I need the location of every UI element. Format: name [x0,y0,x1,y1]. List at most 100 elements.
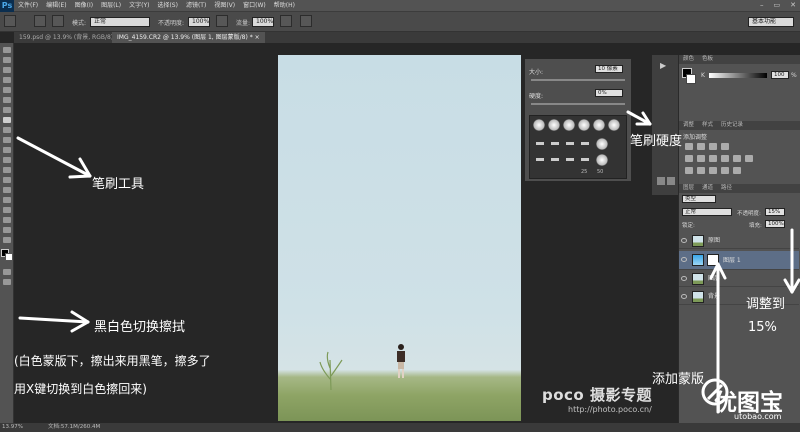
brush-tip[interactable] [551,142,559,145]
layer-mask-thumbnail[interactable] [707,254,719,266]
photo-filter-icon[interactable] [733,155,741,162]
airbrush-icon[interactable] [280,15,292,27]
menu-view[interactable]: 视图(V) [214,0,235,12]
fill-input[interactable]: 100% [765,220,785,228]
brush-tip[interactable] [566,142,574,145]
vibrance-icon[interactable] [685,155,693,162]
tab-layers[interactable]: 图层 [683,185,694,191]
brush-size-input[interactable]: 10 像素 [595,65,623,73]
menu-image[interactable]: 图像(I) [75,0,93,12]
brush-tip[interactable] [581,158,589,161]
invert-icon[interactable] [685,167,693,174]
healing-tool-icon[interactable] [3,107,11,113]
panel-icon[interactable] [667,177,675,185]
brush-tip[interactable] [596,138,608,150]
menu-layer[interactable]: 图层(L) [101,0,121,12]
brush-hardness-slider[interactable] [531,103,625,105]
brush-tip[interactable] [608,119,620,131]
eyedropper-tool-icon[interactable] [3,97,11,103]
tab-psd[interactable]: 159.psd @ 13.9% (背景, RGB/8) × [14,32,125,43]
pen-tool-icon[interactable] [3,187,11,193]
screen-mode-icon[interactable] [3,279,11,285]
hand-tool-icon[interactable] [3,227,11,233]
channel-mixer-icon[interactable] [745,155,753,162]
posterize-icon[interactable] [697,167,705,174]
brush-tool-icon[interactable] [3,117,11,123]
brush-size-slider[interactable] [531,79,625,81]
hue-saturation-icon[interactable] [697,155,705,162]
brush-panel-toggle-icon[interactable] [52,15,64,27]
quick-mask-icon[interactable] [3,269,11,275]
brush-tip[interactable] [563,119,575,131]
brush-tip[interactable] [596,154,608,166]
flow-input[interactable]: 100% [252,17,274,27]
pressure-size-icon[interactable] [300,15,312,27]
opacity-input[interactable]: 100% [188,17,210,27]
tab-history[interactable]: 历史记录 [721,122,743,128]
tab-adjustments[interactable]: 调整 [683,122,694,128]
menu-file[interactable]: 文件(F) [18,0,38,12]
lasso-tool-icon[interactable] [3,67,11,73]
brush-tip[interactable] [578,119,590,131]
marquee-tool-icon[interactable] [3,57,11,63]
visibility-eye-icon[interactable] [681,276,687,281]
history-brush-tool-icon[interactable] [3,137,11,143]
tab-cr2[interactable]: IMG_4159.CR2 @ 13.9% (图层 1, 图层蒙版/8) * × [112,32,265,43]
tab-styles[interactable]: 样式 [702,122,713,128]
close-icon[interactable]: ✕ [790,1,796,9]
menu-filter[interactable]: 滤镜(T) [186,0,206,12]
move-tool-icon[interactable] [3,47,11,53]
brush-hardness-input[interactable]: 0% [595,89,623,97]
layer-opacity-input[interactable]: 15% [765,208,785,216]
visibility-eye-icon[interactable] [681,238,687,243]
black-white-icon[interactable] [721,155,729,162]
layer-row[interactable]: 原图 [679,233,799,249]
brush-tip[interactable] [533,119,545,131]
stamp-tool-icon[interactable] [3,127,11,133]
quick-select-tool-icon[interactable] [3,77,11,83]
brush-tip[interactable] [551,158,559,161]
menu-select[interactable]: 选择(S) [157,0,178,12]
tab-color[interactable]: 颜色 [683,56,694,62]
expand-panel-icon[interactable]: ▶ [660,61,666,70]
brush-tip[interactable] [548,119,560,131]
gradient-map-icon[interactable] [721,167,729,174]
levels-icon[interactable] [697,143,705,150]
threshold-icon[interactable] [709,167,717,174]
exposure-icon[interactable] [721,143,729,150]
visibility-eye-icon[interactable] [681,294,687,299]
selective-color-icon[interactable] [733,167,741,174]
brush-preset-icon[interactable] [4,15,16,27]
color-balance-icon[interactable] [709,155,717,162]
blur-tool-icon[interactable] [3,167,11,173]
k-slider[interactable] [709,73,767,78]
shape-tool-icon[interactable] [3,217,11,223]
menu-type[interactable]: 文字(Y) [129,0,149,12]
brush-tip[interactable] [593,119,605,131]
tab-swatches[interactable]: 色板 [702,56,713,62]
k-value-input[interactable]: 100 [771,71,789,79]
brightness-icon[interactable] [685,143,693,150]
menu-window[interactable]: 窗口(W) [243,0,266,12]
brush-tip[interactable] [566,158,574,161]
background-color-swatch[interactable] [5,253,13,261]
menu-help[interactable]: 帮助(H) [274,0,295,12]
dodge-tool-icon[interactable] [3,177,11,183]
maximize-icon[interactable]: ▭ [774,1,781,9]
panel-icon[interactable] [657,177,665,185]
tab-paths[interactable]: 路径 [721,185,732,191]
minimize-icon[interactable]: – [760,1,764,9]
layer-kind-filter[interactable]: 类型 [682,195,716,203]
curves-icon[interactable] [709,143,717,150]
mode-select[interactable]: 正常 [90,17,150,27]
crop-tool-icon[interactable] [3,87,11,93]
path-select-tool-icon[interactable] [3,207,11,213]
type-tool-icon[interactable] [3,197,11,203]
brush-tip[interactable] [536,158,544,161]
eraser-tool-icon[interactable] [3,147,11,153]
bg-color-chip[interactable] [686,74,696,84]
brush-tip[interactable] [581,142,589,145]
zoom-tool-icon[interactable] [3,237,11,243]
gradient-tool-icon[interactable] [3,157,11,163]
layer-row[interactable]: 图层 [679,271,799,287]
